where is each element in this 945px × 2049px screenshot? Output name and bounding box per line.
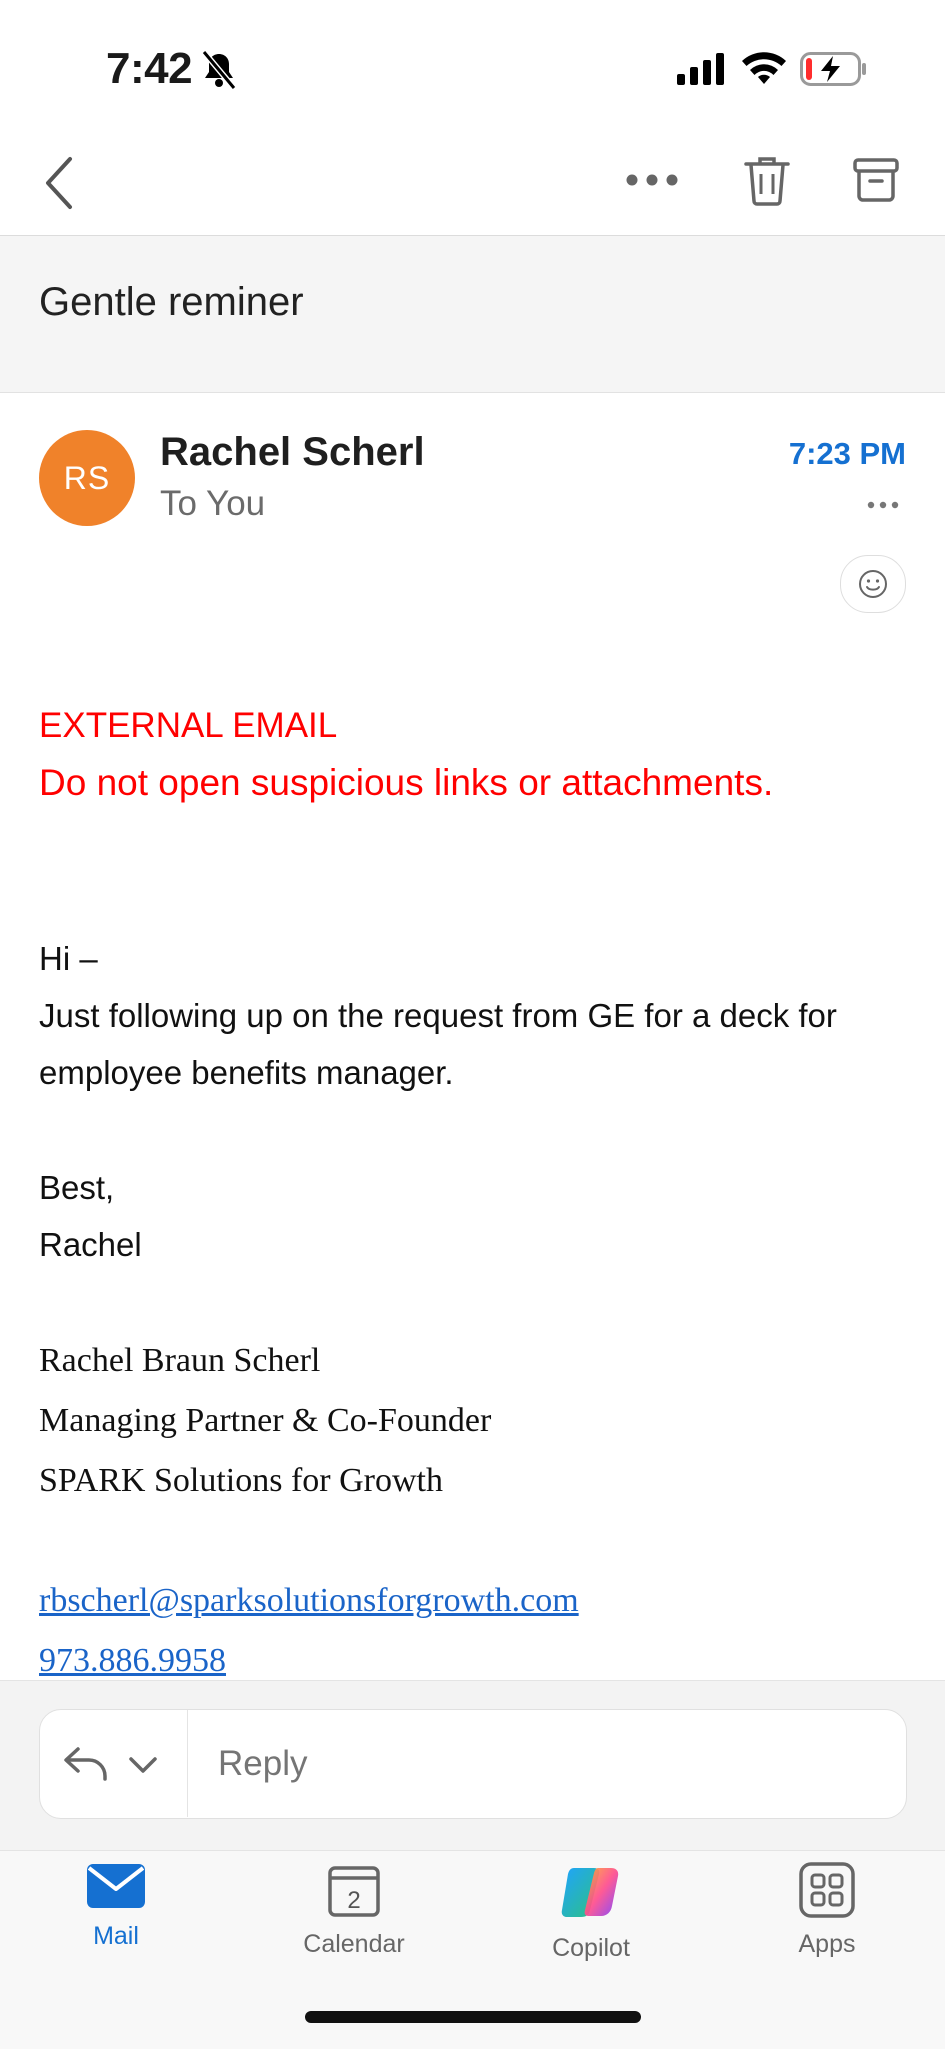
mail-icon bbox=[87, 1864, 145, 1908]
wifi-icon bbox=[742, 52, 786, 84]
sender-avatar[interactable]: RS bbox=[39, 430, 135, 526]
sender-name[interactable]: Rachel Scherl bbox=[160, 430, 425, 475]
external-email-warning-text: Do not open suspicious links or attachme… bbox=[39, 762, 774, 803]
archive-icon[interactable] bbox=[852, 156, 900, 204]
tab-calendar[interactable]: 2 Calendar bbox=[274, 1860, 434, 1980]
tab-apps[interactable]: Apps bbox=[747, 1860, 907, 1980]
body-line: employee benefits manager. bbox=[39, 1054, 454, 1091]
body-signoff: Rachel bbox=[39, 1226, 142, 1263]
add-reaction-button[interactable] bbox=[840, 555, 906, 613]
home-indicator[interactable] bbox=[305, 2011, 641, 2023]
reply-divider bbox=[187, 1710, 188, 1817]
calendar-icon: 2 bbox=[328, 1866, 380, 1917]
reply-input[interactable]: Reply bbox=[218, 1744, 307, 1784]
tab-label: Copilot bbox=[552, 1934, 630, 1962]
tab-label: Mail bbox=[93, 1922, 139, 1950]
signature-phone-link[interactable]: 973.886.9958 bbox=[39, 1642, 226, 1680]
smiley-icon bbox=[859, 570, 887, 598]
message-time: 7:23 PM bbox=[788, 436, 906, 471]
trash-icon[interactable] bbox=[742, 154, 792, 206]
copilot-icon bbox=[561, 1868, 619, 1917]
calendar-day-badge: 2 bbox=[347, 1887, 360, 1914]
bell-muted-icon bbox=[201, 50, 237, 90]
signature-name: Rachel Braun Scherl bbox=[39, 1342, 321, 1379]
top-toolbar bbox=[0, 120, 945, 236]
reply-options-chevron-icon[interactable] bbox=[128, 1755, 158, 1775]
signature-title: Managing Partner & Co-Founder bbox=[39, 1402, 492, 1439]
body-line: Just following up on the request from GE… bbox=[39, 997, 837, 1034]
cellular-signal-icon bbox=[677, 53, 724, 85]
recipient-line[interactable]: To You bbox=[160, 484, 265, 524]
message-more-icon[interactable] bbox=[866, 500, 900, 510]
email-subject: Gentle reminer bbox=[39, 280, 304, 324]
signature-company: SPARK Solutions for Growth bbox=[39, 1462, 443, 1499]
more-options-icon[interactable] bbox=[624, 172, 680, 188]
external-email-warning-title: EXTERNAL EMAIL bbox=[39, 706, 338, 745]
tab-label: Apps bbox=[798, 1930, 856, 1958]
back-chevron-icon[interactable] bbox=[40, 155, 78, 211]
body-closing: Best, bbox=[39, 1169, 115, 1206]
apps-icon bbox=[799, 1862, 855, 1918]
tab-mail[interactable]: Mail bbox=[36, 1860, 196, 1980]
reply-box[interactable] bbox=[39, 1709, 907, 1819]
battery-charging-icon bbox=[800, 52, 866, 86]
signature-email-link[interactable]: rbscherl@sparksolutionsforgrowth.com bbox=[39, 1582, 579, 1620]
tab-copilot[interactable]: Copilot bbox=[511, 1860, 671, 1980]
tab-label: Calendar bbox=[303, 1930, 405, 1958]
reply-arrow-icon[interactable] bbox=[62, 1744, 110, 1782]
body-greeting: Hi – bbox=[39, 940, 98, 977]
status-time: 7:42 bbox=[106, 44, 193, 93]
